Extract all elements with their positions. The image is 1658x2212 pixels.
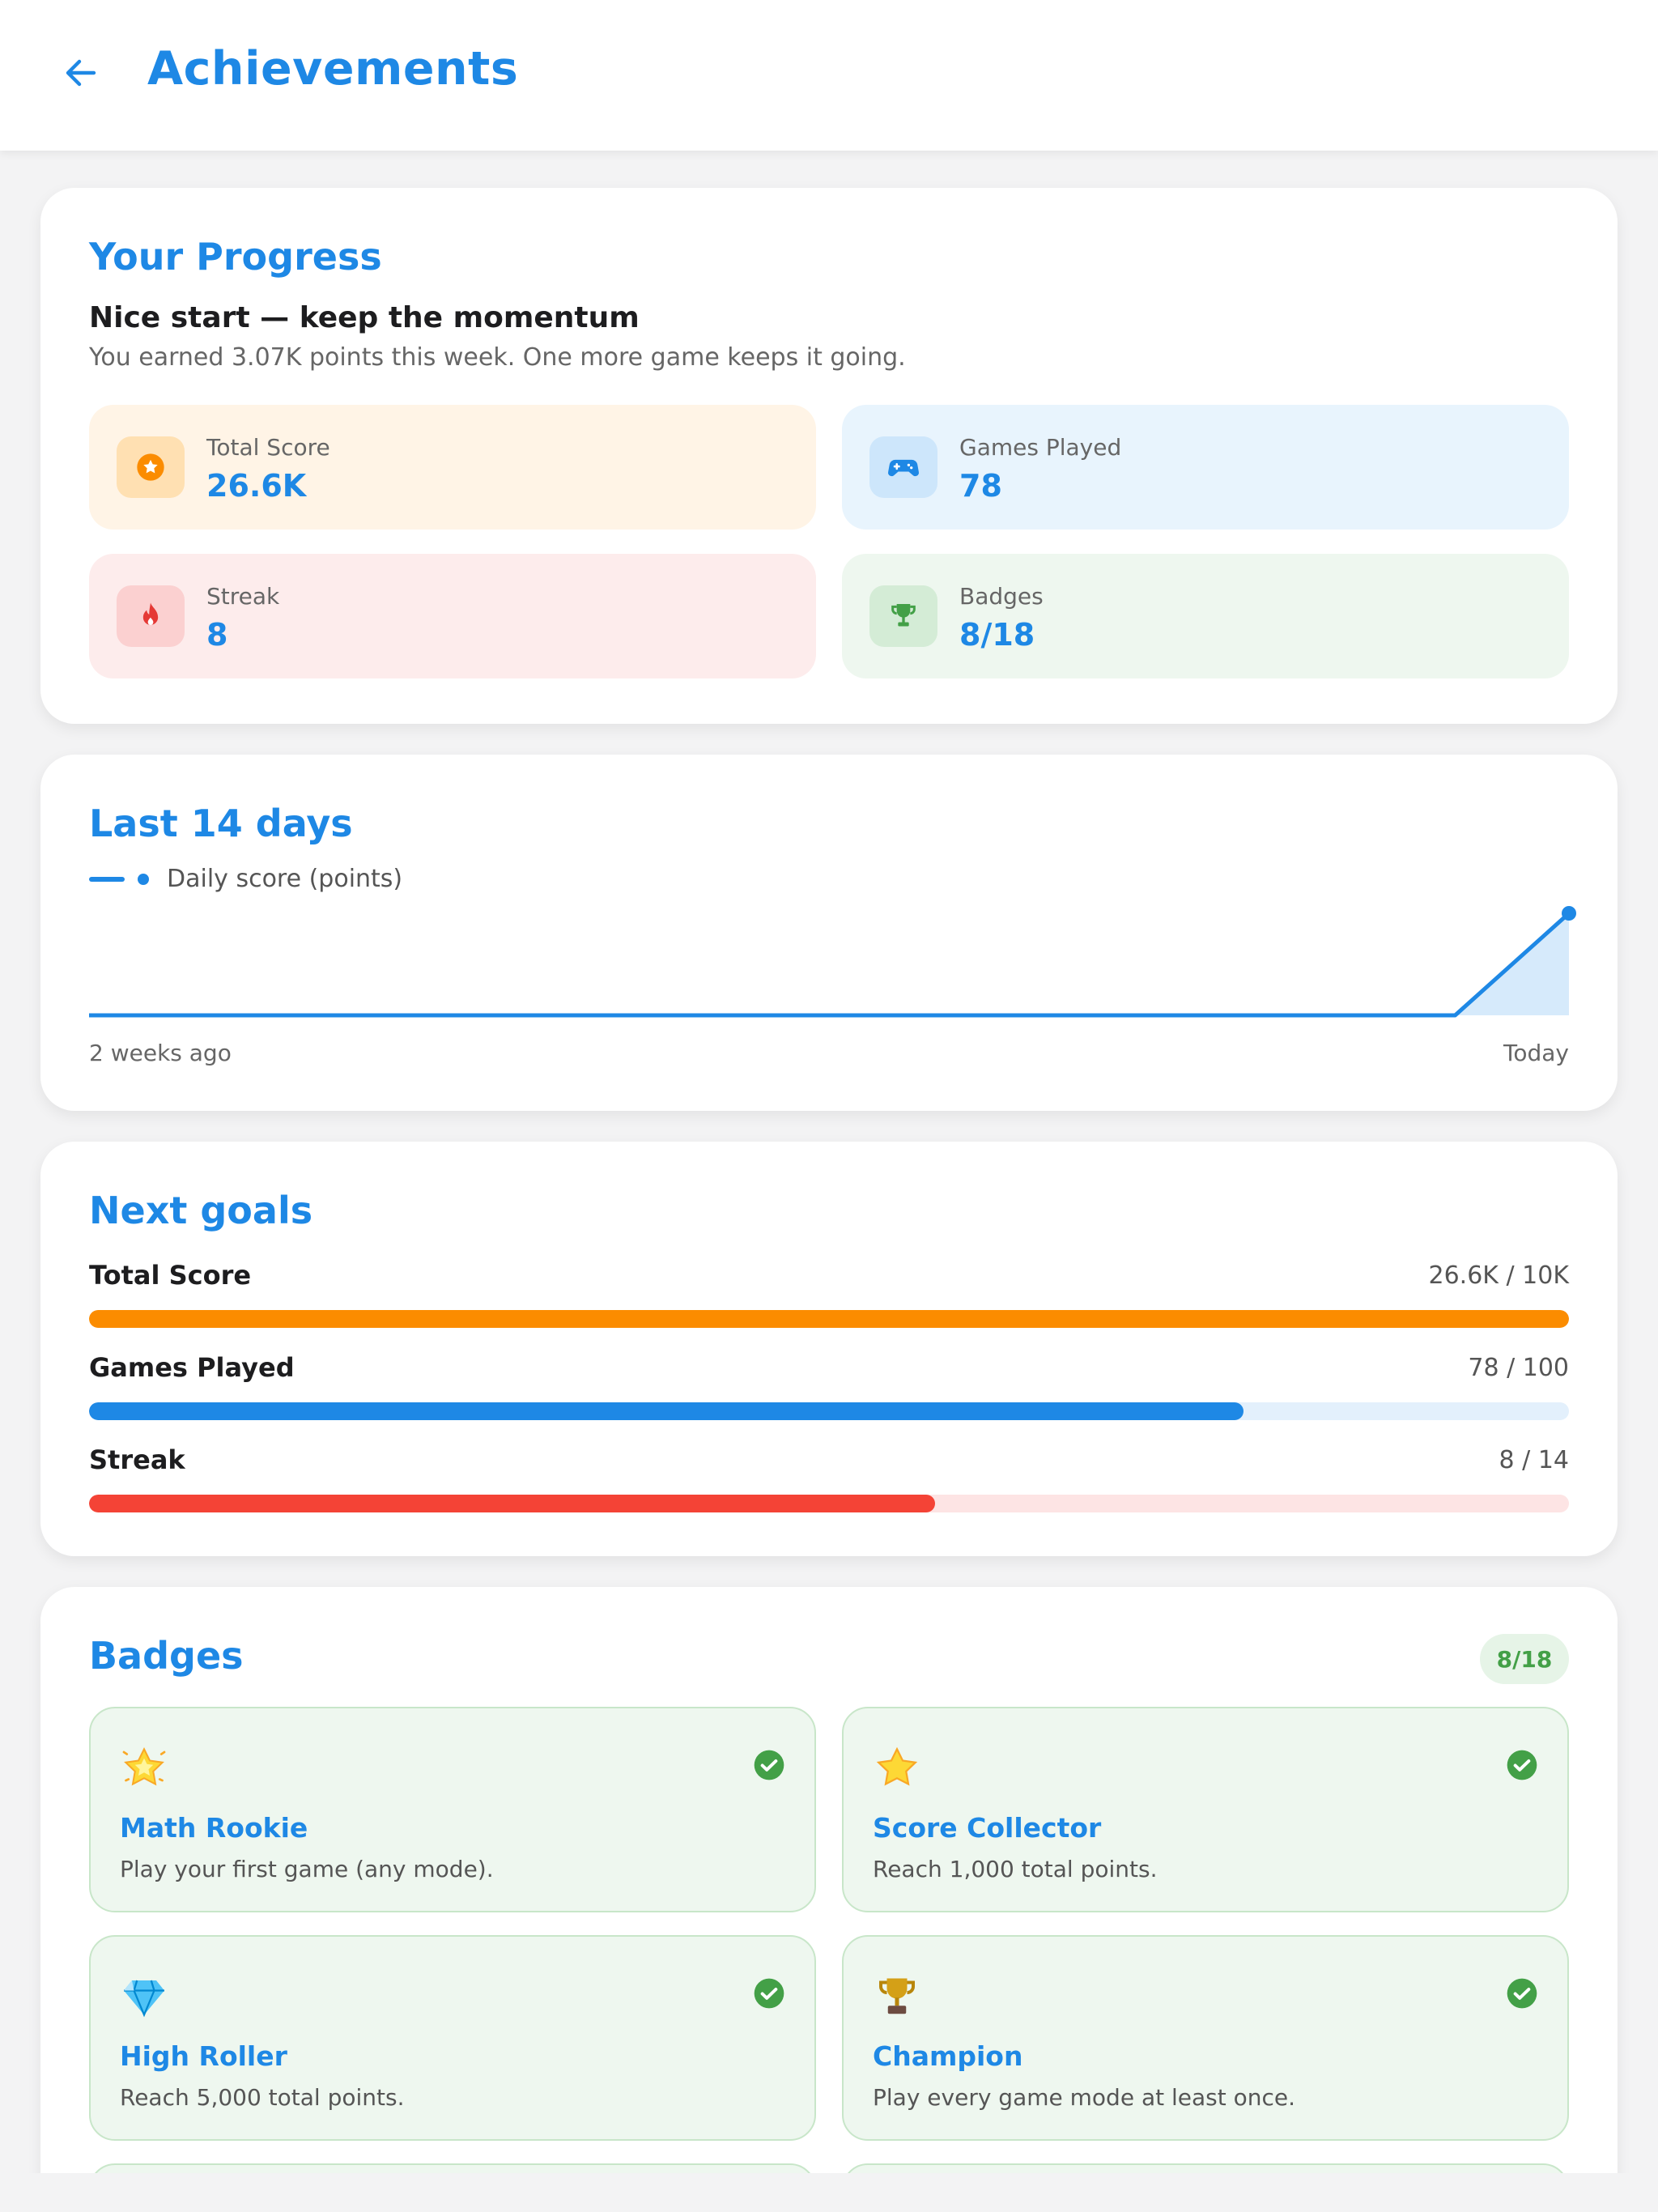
goal-progress-bar (89, 1310, 1569, 1328)
goal-progress-fill (89, 1402, 1244, 1420)
stat-label: Total Score (206, 434, 330, 461)
stat-icon-box (117, 585, 185, 647)
badges-card: Badges 8/18 Math Rookie Play your first … (40, 1587, 1618, 2212)
badge-name: Score Collector (873, 1812, 1102, 1844)
gem-icon (124, 1980, 164, 2018)
badges-title: Badges (89, 1634, 244, 1678)
badge-description: Play every game mode at least once. (873, 2084, 1296, 2111)
check-circle-icon (1507, 1750, 1537, 1780)
progress-card: Your Progress Nice start — keep the mome… (40, 188, 1618, 724)
stat-value: 8/18 (959, 617, 1035, 653)
badge-card-math-rookie[interactable]: Math Rookie Play your first game (any mo… (89, 1707, 816, 1912)
badge-name: Champion (873, 2040, 1023, 2072)
page-title: Achievements (147, 42, 519, 96)
goals-card: Next goals Total Score 26.6K / 10K Games… (40, 1142, 1618, 1556)
arrow-left-icon (66, 59, 96, 87)
star-icon (876, 1746, 918, 1786)
badge-card-high-roller[interactable]: High Roller Reach 5,000 total points. (89, 1935, 816, 2141)
goal-label: Streak (89, 1444, 185, 1475)
goal-label: Games Played (89, 1352, 295, 1383)
app-header: Achievements (0, 0, 1658, 151)
goal-value: 8 / 14 (1499, 1446, 1569, 1474)
stat-icon-box (869, 436, 937, 498)
chart-area-fill (89, 913, 1569, 1015)
stat-icon-box (869, 585, 937, 647)
badge-card-champion[interactable]: Champion Play every game mode at least o… (842, 1935, 1569, 2141)
badge-name: Math Rookie (120, 1812, 308, 1844)
chart-point-today (1562, 906, 1576, 921)
stat-label: Streak (206, 583, 280, 610)
trophy-icon (879, 1978, 915, 2014)
trophy-icon (891, 604, 916, 627)
badges-count-pill: 8/18 (1480, 1634, 1569, 1684)
goal-progress-fill (89, 1310, 1569, 1328)
stat-games-played: Games Played 78 (842, 405, 1569, 530)
stat-total-score: Total Score 26.6K (89, 405, 816, 530)
check-circle-icon (754, 1978, 784, 2009)
progress-title: Your Progress (89, 235, 382, 279)
stat-label: Badges (959, 583, 1044, 610)
star-coin-icon (137, 453, 164, 481)
goal-value: 26.6K / 10K (1428, 1261, 1570, 1290)
badge-description: Play your first game (any mode). (120, 1856, 494, 1882)
chart-card: Last 14 days Daily score (points) 2 week… (40, 755, 1618, 1111)
progress-subtitle: You earned 3.07K points this week. One m… (89, 343, 906, 372)
badge-description: Reach 1,000 total points. (873, 1856, 1158, 1882)
badge-card-score-collector[interactable]: Score Collector Reach 1,000 total points… (842, 1707, 1569, 1912)
glowing-star-icon (122, 1746, 166, 1786)
goal-value: 78 / 100 (1468, 1354, 1569, 1382)
line-chart (89, 906, 1576, 1018)
stat-streak: Streak 8 (89, 554, 816, 678)
stat-value: 26.6K (206, 468, 307, 504)
goal-progress-bar (89, 1495, 1569, 1512)
x-axis-end-label: Today (1503, 1040, 1569, 1066)
goal-progress-bar (89, 1402, 1569, 1420)
chart-series-line (89, 912, 1571, 1018)
stat-value: 8 (206, 617, 228, 653)
progress-headline: Nice start — keep the momentum (89, 301, 640, 334)
stat-badges: Badges 8/18 (842, 554, 1569, 678)
scroll-fade (0, 2173, 1658, 2212)
stat-label: Games Played (959, 434, 1122, 461)
stat-value: 78 (959, 468, 1002, 504)
goals-title: Next goals (89, 1189, 313, 1232)
back-button[interactable] (57, 49, 105, 97)
badge-description: Reach 5,000 total points. (120, 2084, 405, 2111)
flame-icon (142, 602, 159, 625)
check-circle-icon (754, 1750, 784, 1780)
goal-progress-fill (89, 1495, 935, 1512)
x-axis-start-label: 2 weeks ago (89, 1040, 232, 1066)
goal-label: Total Score (89, 1260, 252, 1291)
badge-name: High Roller (120, 2040, 287, 2072)
gamepad-icon (888, 459, 919, 477)
check-circle-icon (1507, 1978, 1537, 2009)
stat-icon-box (117, 436, 185, 498)
